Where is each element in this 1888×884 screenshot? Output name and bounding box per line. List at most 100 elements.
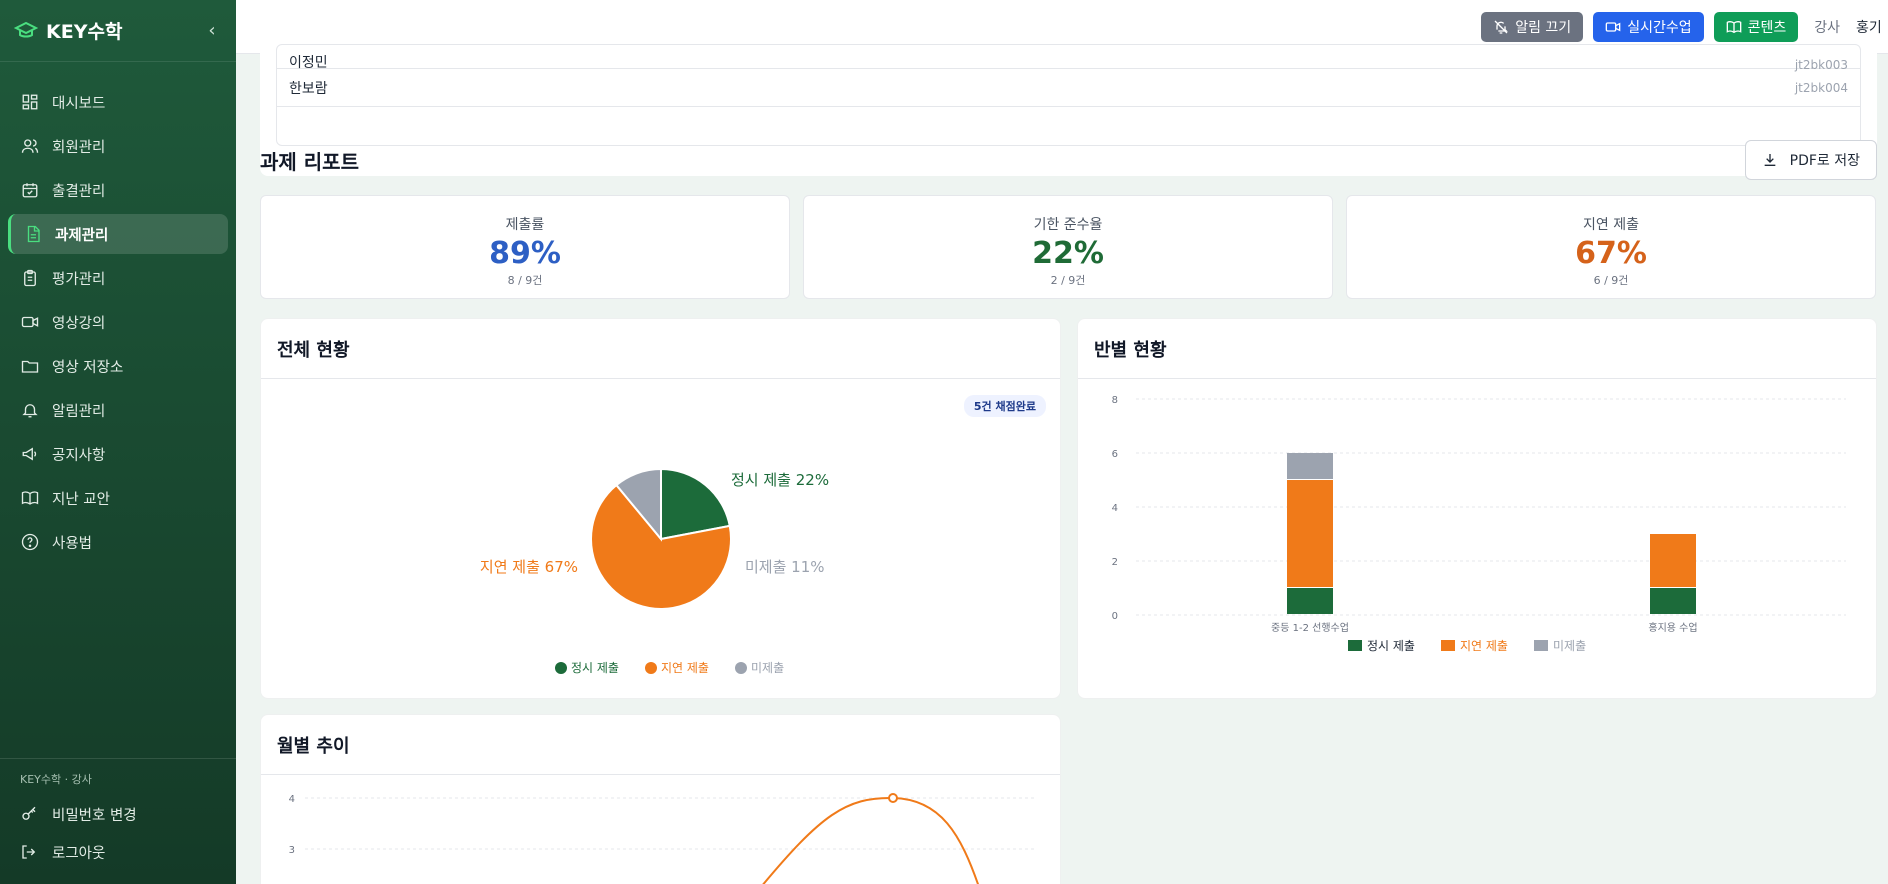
table-row[interactable]: 이정민 jt2bk003	[277, 45, 1860, 72]
y-tick-label: 4	[1112, 503, 1118, 514]
legend-swatch	[555, 662, 567, 674]
y-tick-label: 6	[1112, 449, 1118, 460]
pie-slice-label: 지연 제출 67%	[480, 558, 578, 576]
user-name[interactable]: 홍기	[1856, 17, 1884, 37]
x-tick-label: 중등 1-2 선행수업	[1271, 621, 1349, 634]
stat-deadline-rate: 기한 준수율 22% 2 / 9건	[803, 195, 1333, 299]
bar-segment	[1650, 534, 1696, 587]
pie-chart: 정시 제출 22% 지연 제출 67% 미제출 11% 정시 제출 지연 제출 미제출	[480, 467, 829, 675]
logout-label: 로그아웃	[52, 845, 106, 862]
download-icon	[1762, 151, 1780, 169]
stat-value: 22%	[1032, 236, 1104, 271]
chevron-left-icon[interactable]: ‹	[202, 20, 222, 41]
sidebar: KEY수학 ‹ 대시보드 회원관리 출결관리 과제관리 평가관리 영상강의 영상…	[0, 0, 236, 884]
logout-button[interactable]: 로그아웃	[0, 833, 236, 871]
sidebar-item-label: 공지사항	[52, 447, 106, 464]
help-icon	[20, 532, 40, 552]
sidebar-item-label: 지난 교안	[52, 491, 110, 508]
graduation-cap-icon	[14, 19, 38, 43]
stacked-bar-chart: 0 2 4 6 8 중등 1-2 선행수업 홍지용 수업정시 제출 지연 제출 미제출	[1112, 395, 1846, 653]
calendar-check-icon	[20, 180, 40, 200]
mute-notifications-button[interactable]: 알림 끄기	[1481, 11, 1584, 42]
legend-label: 지연 제출	[1460, 639, 1508, 653]
sidebar-item-announcements[interactable]: 공지사항	[8, 434, 228, 474]
stat-sub: 8 / 9건	[507, 274, 543, 287]
logout-icon	[20, 842, 40, 862]
line-chart: 43	[289, 793, 1037, 884]
pdf-save-button[interactable]: PDF로 저장	[1744, 140, 1877, 180]
bar-segment	[1287, 480, 1333, 587]
student-id: jt2bk003	[1794, 58, 1848, 72]
sidebar-footer: KEY수학 · 강사 비밀번호 변경 로그아웃	[0, 758, 236, 871]
student-name: 이정민	[289, 55, 328, 71]
sidebar-item-evaluation[interactable]: 평가관리	[8, 258, 228, 298]
sidebar-nav: 대시보드 회원관리 출결관리 과제관리 평가관리 영상강의 영상 저장소 알림관…	[0, 62, 236, 562]
video-icon	[1605, 19, 1621, 35]
sidebar-item-dashboard[interactable]: 대시보드	[8, 82, 228, 122]
change-password-button[interactable]: 비밀번호 변경	[0, 795, 236, 833]
legend-swatch	[645, 662, 657, 674]
brand: KEY수학 ‹	[0, 0, 236, 62]
panel-title: 월별 추이	[261, 715, 1060, 775]
table-row[interactable]: 한보람 jt2bk004	[277, 69, 1860, 107]
legend-swatch	[1534, 640, 1548, 651]
monthly-trend-panel: 월별 추이 43	[260, 714, 1061, 884]
panel-title: 반별 현황	[1078, 319, 1876, 379]
overall-status-panel: 전체 현황 5건 채점완료 정시 제출 22% 지연 제출 67% 미제출 11% 정…	[260, 318, 1061, 699]
book-open-icon	[1726, 19, 1742, 35]
folder-icon	[20, 356, 40, 376]
student-name: 한보람	[289, 80, 328, 97]
sidebar-item-video-lectures[interactable]: 영상강의	[8, 302, 228, 342]
sidebar-caption: KEY수학 · 강사	[20, 773, 92, 786]
pie-slice-label: 정시 제출 22%	[731, 471, 829, 489]
y-tick-label: 4	[289, 794, 295, 805]
legend-label: 지연 제출	[661, 661, 709, 675]
live-label: 실시간수업	[1627, 19, 1692, 36]
sidebar-item-label: 회원관리	[52, 139, 106, 156]
class-status-panel: 반별 현황 0 2 4 6 8 중등 1-2 선행수업 홍지용 수업 정시 제출 지연 제출 미제…	[1077, 318, 1877, 699]
key-icon	[20, 804, 40, 824]
legend-swatch	[735, 662, 747, 674]
sidebar-item-video-storage[interactable]: 영상 저장소	[8, 346, 228, 386]
sidebar-item-past-materials[interactable]: 지난 교안	[8, 478, 228, 518]
trend-line	[762, 796, 979, 884]
stat-sub: 2 / 9건	[1050, 274, 1086, 287]
document-icon	[23, 224, 43, 244]
bar-segment	[1287, 588, 1333, 614]
stat-value: 89%	[489, 236, 561, 271]
bar-segment	[1287, 453, 1333, 479]
pdf-save-label: PDF로 저장	[1789, 153, 1860, 169]
sidebar-item-label: 영상 저장소	[52, 359, 124, 376]
change-password-label: 비밀번호 변경	[52, 807, 137, 824]
sidebar-item-label: 사용법	[52, 535, 93, 552]
sidebar-item-label: 과제관리	[55, 227, 109, 244]
sidebar-item-attendance[interactable]: 출결관리	[8, 170, 228, 210]
panel-title: 전체 현황	[261, 319, 1060, 379]
legend-label: 정시 제출	[1367, 639, 1415, 653]
stat-value: 67%	[1575, 236, 1647, 271]
y-tick-label: 2	[1112, 557, 1118, 568]
legend-swatch	[1441, 640, 1455, 651]
stat-sub: 6 / 9건	[1593, 274, 1629, 287]
content-button[interactable]: 콘텐츠	[1713, 11, 1799, 42]
sidebar-item-notifications[interactable]: 알림관리	[8, 390, 228, 430]
user-role: 강사	[1814, 19, 1840, 36]
sidebar-item-members[interactable]: 회원관리	[8, 126, 228, 166]
clipboard-icon	[20, 268, 40, 288]
data-point	[888, 793, 898, 803]
student-table: 이정민 jt2bk003 한보람 jt2bk004	[276, 44, 1861, 146]
x-tick-label: 홍지용 수업	[1648, 621, 1697, 634]
page-title: 과제 리포트	[260, 150, 359, 174]
video-icon	[20, 312, 40, 332]
sidebar-item-help[interactable]: 사용법	[8, 522, 228, 562]
users-icon	[20, 136, 40, 156]
mute-label: 알림 끄기	[1515, 19, 1572, 36]
student-id: jt2bk004	[1794, 80, 1848, 95]
sidebar-item-assignments[interactable]: 과제관리	[8, 214, 228, 254]
legend-label: 미제출	[1553, 639, 1586, 653]
stat-label: 제출률	[505, 217, 545, 233]
live-class-button[interactable]: 실시간수업	[1593, 11, 1704, 42]
y-tick-label: 3	[289, 845, 295, 856]
megaphone-icon	[20, 444, 40, 464]
legend-label: 미제출	[751, 661, 784, 675]
